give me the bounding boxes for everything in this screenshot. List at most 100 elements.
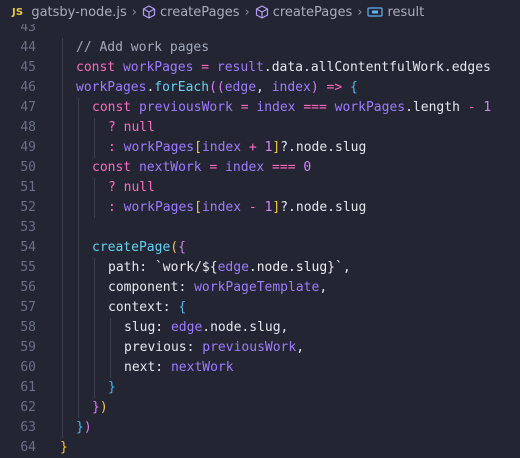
- indent-guide: [78, 178, 79, 198]
- indent-guide: [62, 418, 63, 438]
- code-token: nextWork: [138, 160, 202, 175]
- indent-guide: [62, 38, 63, 58]
- chevron-right-icon: ›: [357, 4, 363, 20]
- indent-guide: [62, 178, 63, 198]
- code-line[interactable]: 63}): [0, 418, 520, 438]
- code-text: workPages.forEach((edge, index) => {: [76, 78, 358, 98]
- indent-guide: [78, 98, 79, 118]
- breadcrumb-item-variable[interactable]: result: [367, 5, 424, 20]
- indent-guide: [110, 338, 111, 358]
- line-number: 58: [20, 320, 36, 335]
- code-line[interactable]: 51 ? null: [0, 178, 520, 198]
- indent-guide: [62, 78, 63, 98]
- code-line[interactable]: 64}: [0, 438, 520, 458]
- code-line[interactable]: 61}: [0, 378, 520, 398]
- code-token: ?.node.slug: [280, 200, 367, 215]
- code-line[interactable]: 55 path: `work/${edge.node.slug}`,: [0, 258, 520, 278]
- code-line[interactable]: 57 context: {: [0, 298, 520, 318]
- code-token: `work/${: [154, 260, 218, 275]
- code-text: createPage({: [92, 238, 186, 258]
- indent-guide: [62, 58, 63, 78]
- indent-guide: [62, 258, 63, 278]
- code-token: }: [76, 420, 84, 435]
- code-token: previousWork: [202, 340, 297, 355]
- code-line[interactable]: 48? null: [0, 118, 520, 138]
- code-line[interactable]: 56 component: workPageTemplate,: [0, 278, 520, 298]
- breadcrumb-variable-label: result: [387, 4, 425, 20]
- line-number: 59: [20, 340, 36, 355]
- code-line[interactable]: 44 // Add work pages: [0, 38, 520, 58]
- code-token: workPages: [76, 80, 147, 95]
- code-text: }: [108, 378, 116, 398]
- code-token: .length: [405, 100, 468, 115]
- method-cube-icon: [255, 5, 269, 19]
- code-line[interactable]: 59 previous: previousWork,: [0, 338, 520, 358]
- code-token: index: [201, 140, 242, 155]
- code-text: }): [76, 418, 92, 438]
- breadcrumb-item-function[interactable]: createPages: [142, 5, 240, 20]
- code-token: ?: [108, 180, 124, 195]
- indent-guide: [62, 398, 63, 418]
- line-number: 51: [20, 180, 36, 195]
- code-token: ?.node.slug: [280, 140, 367, 155]
- code-token: .node.slug}`: [248, 260, 343, 275]
- breadcrumb-item-file[interactable]: gatsby-node.js: [31, 5, 126, 20]
- indent-guide: [78, 298, 79, 318]
- code-line[interactable]: 53: [0, 218, 520, 238]
- code-token: (: [170, 240, 179, 255]
- indent-guide: [78, 358, 79, 378]
- code-line[interactable]: 43: [0, 24, 520, 38]
- indent-guide: [94, 378, 95, 398]
- indent-guide: [78, 158, 79, 178]
- code-token: edge: [224, 80, 257, 95]
- code-token: forEach: [154, 80, 210, 95]
- code-line[interactable]: 47 const previousWork = index === workPag…: [0, 98, 520, 118]
- code-token: index: [256, 100, 296, 115]
- code-token: previous:: [124, 340, 203, 355]
- code-token: ,: [256, 80, 272, 95]
- code-line[interactable]: 50 const nextWork = index === 0: [0, 158, 520, 178]
- breadcrumb-function-label: createPages: [272, 4, 353, 20]
- code-line[interactable]: 60 next: nextWork: [0, 358, 520, 378]
- indent-guide: [94, 298, 95, 318]
- indent-guide: [94, 338, 95, 358]
- code-line[interactable]: 52: workPages[index - 1]?.node.slug: [0, 198, 520, 218]
- indent-guide: [78, 218, 79, 238]
- chevron-right-icon: ›: [131, 4, 137, 20]
- indent-guide: [62, 158, 63, 178]
- indent-guide: [94, 138, 95, 158]
- code-token: :: [108, 200, 124, 215]
- indent-guide: [62, 378, 63, 398]
- line-number: 50: [20, 160, 36, 175]
- code-line[interactable]: 54 createPage({: [0, 238, 520, 258]
- code-token: 1: [483, 100, 492, 115]
- code-text: slug: edge.node.slug,: [124, 318, 288, 338]
- code-editor[interactable]: 43 44 // Add work pages 45 const workPages =…: [0, 24, 520, 458]
- line-number: 52: [20, 200, 36, 215]
- breadcrumb-function-label: createPages: [160, 4, 240, 20]
- indent-guide: [94, 198, 95, 218]
- code-token: const: [76, 60, 123, 75]
- indent-guide: [62, 338, 63, 358]
- line-number: 48: [20, 120, 36, 135]
- code-text: ? null: [108, 178, 155, 198]
- code-token: ===: [295, 100, 335, 115]
- code-token: null: [123, 120, 155, 135]
- code-line[interactable]: 45 const workPages = result.data.allConte…: [0, 58, 520, 78]
- code-line[interactable]: 62}): [0, 398, 520, 418]
- indent-guide: [62, 278, 63, 298]
- indent-guide: [62, 238, 63, 258]
- indent-guide: [78, 338, 79, 358]
- code-line[interactable]: 58 slug: edge.node.slug,: [0, 318, 520, 338]
- code-token: [: [194, 200, 202, 215]
- code-text: context: {: [108, 298, 186, 318]
- line-number: 63: [20, 420, 36, 435]
- code-line[interactable]: 49: workPages[index + 1]?.node.slug: [0, 138, 520, 158]
- code-line[interactable]: 46 workPages.forEach((edge, index) => {: [0, 78, 520, 98]
- line-number: 46: [20, 80, 36, 95]
- code-token: ): [83, 420, 92, 435]
- breadcrumb-item-function[interactable]: createPages: [255, 4, 353, 20]
- code-token: :: [108, 140, 124, 155]
- code-text: path: `work/${edge.node.slug}`,: [108, 258, 351, 278]
- code-token: {: [178, 300, 187, 315]
